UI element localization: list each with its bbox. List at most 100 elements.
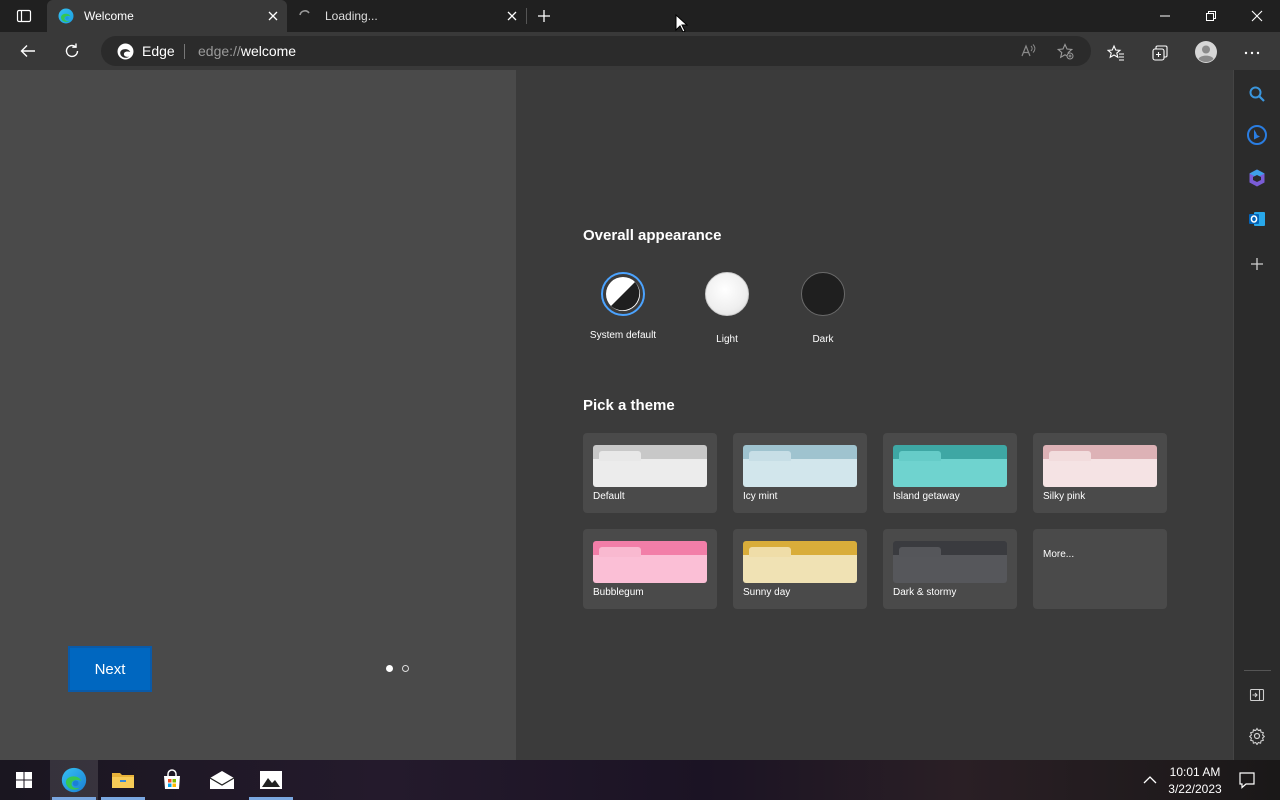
back-icon[interactable]: [14, 37, 42, 65]
theme-preview-tab: [749, 547, 791, 557]
collections-icon[interactable]: [1148, 41, 1172, 65]
taskbar-edge[interactable]: [50, 760, 98, 800]
more-options-icon[interactable]: [1240, 41, 1264, 65]
tab-welcome[interactable]: Welcome: [47, 0, 287, 32]
office-icon[interactable]: [1245, 166, 1269, 190]
start-button[interactable]: [0, 760, 48, 800]
minimize-icon[interactable]: [1142, 0, 1188, 32]
outlook-icon[interactable]: [1245, 207, 1269, 231]
theme-preview: [893, 541, 1007, 583]
theme-preview-tab: [599, 451, 641, 461]
theme-card[interactable]: Sunny day: [733, 529, 867, 609]
appearance-label: Dark: [812, 334, 834, 345]
notifications-icon[interactable]: [1236, 769, 1258, 791]
edge-sidebar: [1233, 70, 1280, 760]
theme-preview-tab: [1049, 451, 1091, 461]
theme-preview: [1043, 445, 1157, 487]
theme-name: Default: [593, 491, 625, 502]
hide-sidebar-icon[interactable]: [1245, 683, 1269, 707]
settings-panel: [516, 70, 1233, 760]
light-swatch[interactable]: [705, 272, 749, 316]
theme-card[interactable]: Icy mint: [733, 433, 867, 513]
address-divider: [184, 44, 185, 59]
bing-icon[interactable]: [1245, 123, 1269, 147]
restore-icon[interactable]: [1188, 0, 1234, 32]
search-icon[interactable]: [1245, 82, 1269, 106]
dark-swatch[interactable]: [801, 272, 845, 316]
pagination-dot[interactable]: [402, 665, 409, 672]
theme-preview-tab: [899, 547, 941, 557]
title-bar: Welcome Loading...: [0, 0, 1280, 33]
tab-loading[interactable]: Loading...: [288, 0, 526, 32]
clock-time: 10:01 AM: [1169, 765, 1221, 779]
edge-icon: [58, 8, 74, 27]
theme-preview: [743, 541, 857, 583]
theme-preview: [593, 445, 707, 487]
tab-actions-icon[interactable]: [10, 6, 38, 26]
close-window-icon[interactable]: [1234, 0, 1280, 32]
theme-name: Silky pink: [1043, 491, 1086, 502]
appearance-label: Light: [716, 334, 738, 345]
tab-divider: [526, 8, 527, 24]
close-tab-icon[interactable]: [265, 8, 281, 24]
tab-title: Welcome: [84, 9, 134, 23]
theme-name: Sunny day: [743, 587, 791, 598]
address-bar[interactable]: Edge edge://welcome: [101, 36, 1091, 66]
pagination-dot-active[interactable]: [386, 665, 393, 672]
theme-card[interactable]: Dark & stormy: [883, 529, 1017, 609]
close-tab-icon[interactable]: [504, 8, 520, 24]
sidebar-settings-icon[interactable]: [1245, 724, 1269, 748]
taskbar-mail[interactable]: [198, 760, 246, 800]
theme-preview-tab: [599, 547, 641, 557]
theme-heading: Pick a theme: [583, 397, 675, 414]
theme-name: More...: [1043, 549, 1075, 560]
appearance-label: System default: [589, 330, 657, 341]
url-scheme: edge://: [198, 43, 241, 59]
add-favorite-icon[interactable]: [1055, 41, 1075, 61]
appearance-option-light[interactable]: Light: [687, 272, 767, 345]
sidebar-divider: [1244, 670, 1271, 671]
theme-name: Icy mint: [743, 491, 778, 502]
url-text[interactable]: edge://welcome: [198, 43, 296, 59]
url-host: welcome: [240, 43, 297, 59]
theme-preview-body: [593, 555, 707, 583]
edge-logo-icon: [117, 43, 134, 65]
next-button[interactable]: Next: [68, 646, 152, 692]
new-tab-icon[interactable]: [532, 4, 556, 28]
clock-date: 3/22/2023: [1168, 782, 1222, 796]
theme-preview-body: [743, 555, 857, 583]
theme-name: Dark & stormy: [893, 587, 957, 598]
tab-title: Loading...: [325, 9, 378, 23]
theme-preview-body: [1043, 459, 1157, 487]
theme-preview-body: [593, 459, 707, 487]
theme-more-button[interactable]: More...: [1033, 529, 1167, 609]
favorites-icon[interactable]: [1104, 41, 1128, 65]
system-default-swatch[interactable]: [601, 272, 645, 316]
refresh-icon[interactable]: [58, 37, 86, 65]
theme-preview-body: [893, 555, 1007, 583]
theme-card[interactable]: Silky pink: [1033, 433, 1167, 513]
add-sidebar-app-icon[interactable]: [1245, 252, 1269, 276]
theme-card[interactable]: Bubblegum: [583, 529, 717, 609]
taskbar-store[interactable]: [148, 760, 196, 800]
theme-card[interactable]: Island getaway: [883, 433, 1017, 513]
theme-card[interactable]: Default: [583, 433, 717, 513]
taskbar-photos[interactable]: [247, 760, 295, 800]
read-aloud-icon[interactable]: [1018, 41, 1038, 61]
theme-preview: [893, 445, 1007, 487]
theme-name: Bubblegum: [593, 587, 644, 598]
appearance-option-dark[interactable]: Dark: [783, 272, 863, 345]
theme-preview-tab: [749, 451, 791, 461]
theme-preview: [743, 445, 857, 487]
theme-preview: [593, 541, 707, 583]
profile-avatar[interactable]: [1193, 39, 1219, 65]
theme-name: Island getaway: [893, 491, 960, 502]
theme-preview-body: [743, 459, 857, 487]
taskbar-file-explorer[interactable]: [99, 760, 147, 800]
theme-preview-body: [893, 459, 1007, 487]
site-identity-label[interactable]: Edge: [142, 43, 175, 59]
appearance-option-system-default[interactable]: System default: [583, 272, 663, 341]
clock[interactable]: 10:01 AM 3/22/2023: [1162, 764, 1228, 798]
show-hidden-icons-icon[interactable]: [1140, 770, 1160, 790]
loading-spinner-icon: [297, 8, 313, 27]
